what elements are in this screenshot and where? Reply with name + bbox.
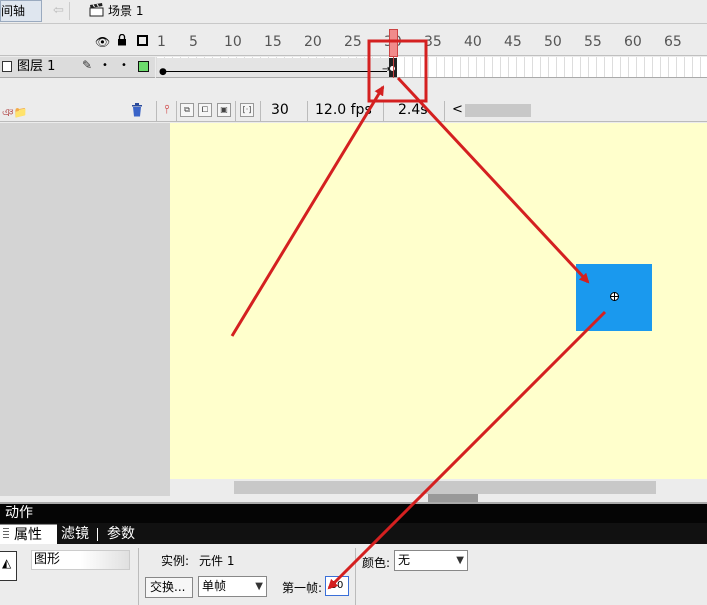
ruler-label-35: 35 (424, 34, 442, 50)
ruler-label-40: 40 (464, 34, 482, 50)
loop-select-value: 单帧 (202, 579, 227, 593)
elapsed-time: 2.4s (398, 102, 428, 118)
playhead[interactable] (389, 29, 398, 57)
lock-dot[interactable]: • (121, 60, 127, 71)
first-frame-label: 第一帧: (282, 581, 323, 595)
frame-rate[interactable]: 12.0 fps (315, 102, 372, 118)
timeline-footer-tools: ⫯ ⧉ ⧠ ▣ [·] (156, 101, 707, 121)
current-frame: 30 (271, 102, 289, 118)
ruler-label-10: 10 (224, 34, 242, 50)
ruler-label-20: 20 (304, 34, 322, 50)
color-select-value: 无 (398, 553, 411, 567)
color-effect-select[interactable]: 无 ▼ (394, 550, 468, 571)
layer-name[interactable]: 图层 1 (17, 58, 55, 76)
symbol-type-select[interactable]: 图形 (31, 550, 130, 570)
motion-tween-span[interactable] (157, 58, 393, 77)
first-frame-input[interactable]: 30 (325, 576, 349, 596)
frame-ruler[interactable]: 15101520253035404550556065 (155, 25, 707, 56)
center-frame-icon[interactable]: ⫯ (160, 103, 174, 117)
onion-markers-icon[interactable]: [·] (240, 103, 254, 117)
layer-icon (2, 61, 12, 72)
timeline-scroll-thumb[interactable] (465, 104, 531, 117)
outline-icon[interactable] (137, 35, 148, 46)
instance-label: 实例: (161, 554, 190, 568)
ruler-label-50: 50 (544, 34, 562, 50)
add-layer-icon[interactable]: ঞ📁 (2, 104, 27, 123)
onion-skin-icon[interactable]: ⧉ (180, 103, 194, 117)
divider (138, 548, 139, 605)
onion-outline-icon[interactable]: ⧠ (198, 103, 212, 117)
eye-icon[interactable]: 👁 (95, 35, 110, 49)
swap-button[interactable]: 交换... (145, 577, 193, 598)
registration-point-icon (610, 292, 619, 301)
tab-separator (97, 528, 98, 541)
tween-line (161, 71, 387, 72)
loop-select[interactable]: 单帧 ▼ (198, 576, 267, 597)
timeline-tab-label: 时间轴 (1, 4, 26, 18)
tab-filters[interactable]: 滤镜 (61, 524, 89, 544)
chevron-down-icon: ▼ (456, 555, 464, 566)
timeline-tab[interactable]: 时间轴 (0, 0, 42, 22)
scene-label[interactable]: 场景 1 (108, 3, 143, 19)
color-label: 颜色: (362, 556, 391, 570)
divider (355, 548, 356, 605)
ruler-label-65: 65 (664, 34, 682, 50)
stage-scroll-thumb[interactable] (234, 481, 656, 494)
clapperboard-icon (89, 3, 104, 17)
ruler-label-1: 1 (157, 34, 166, 50)
ruler-label-45: 45 (504, 34, 522, 50)
lock-icon[interactable] (117, 34, 127, 46)
playhead-line (393, 57, 394, 78)
ruler-label-15: 15 (264, 34, 282, 50)
instance-value: 元件 1 (199, 554, 235, 568)
layer-outline-color[interactable] (138, 61, 149, 72)
panel-collapse-handle[interactable] (428, 494, 478, 502)
ruler-label-5: 5 (189, 34, 198, 50)
ruler-label-25: 25 (344, 34, 362, 50)
edit-multiple-frames-icon[interactable]: ▣ (217, 103, 231, 117)
ruler-label-55: 55 (584, 34, 602, 50)
start-keyframe[interactable]: ● (159, 67, 167, 77)
shapes-icon: ◭ (2, 556, 12, 570)
trash-icon[interactable] (131, 103, 143, 117)
panel-grip-icon[interactable] (3, 528, 9, 540)
arrow-left-icon[interactable]: ⇦ (48, 2, 70, 20)
actions-panel-bar[interactable] (0, 502, 707, 523)
tab-parameters[interactable]: 参数 (107, 524, 135, 544)
visibility-dot[interactable]: • (102, 60, 108, 71)
chevron-down-icon: ▼ (255, 581, 263, 592)
actions-panel-title[interactable]: 动作 (5, 504, 33, 522)
scroll-left-arrow[interactable]: < (452, 102, 463, 117)
pencil-icon: ✎ (82, 58, 93, 72)
ruler-label-60: 60 (624, 34, 642, 50)
top-bar (0, 0, 707, 24)
